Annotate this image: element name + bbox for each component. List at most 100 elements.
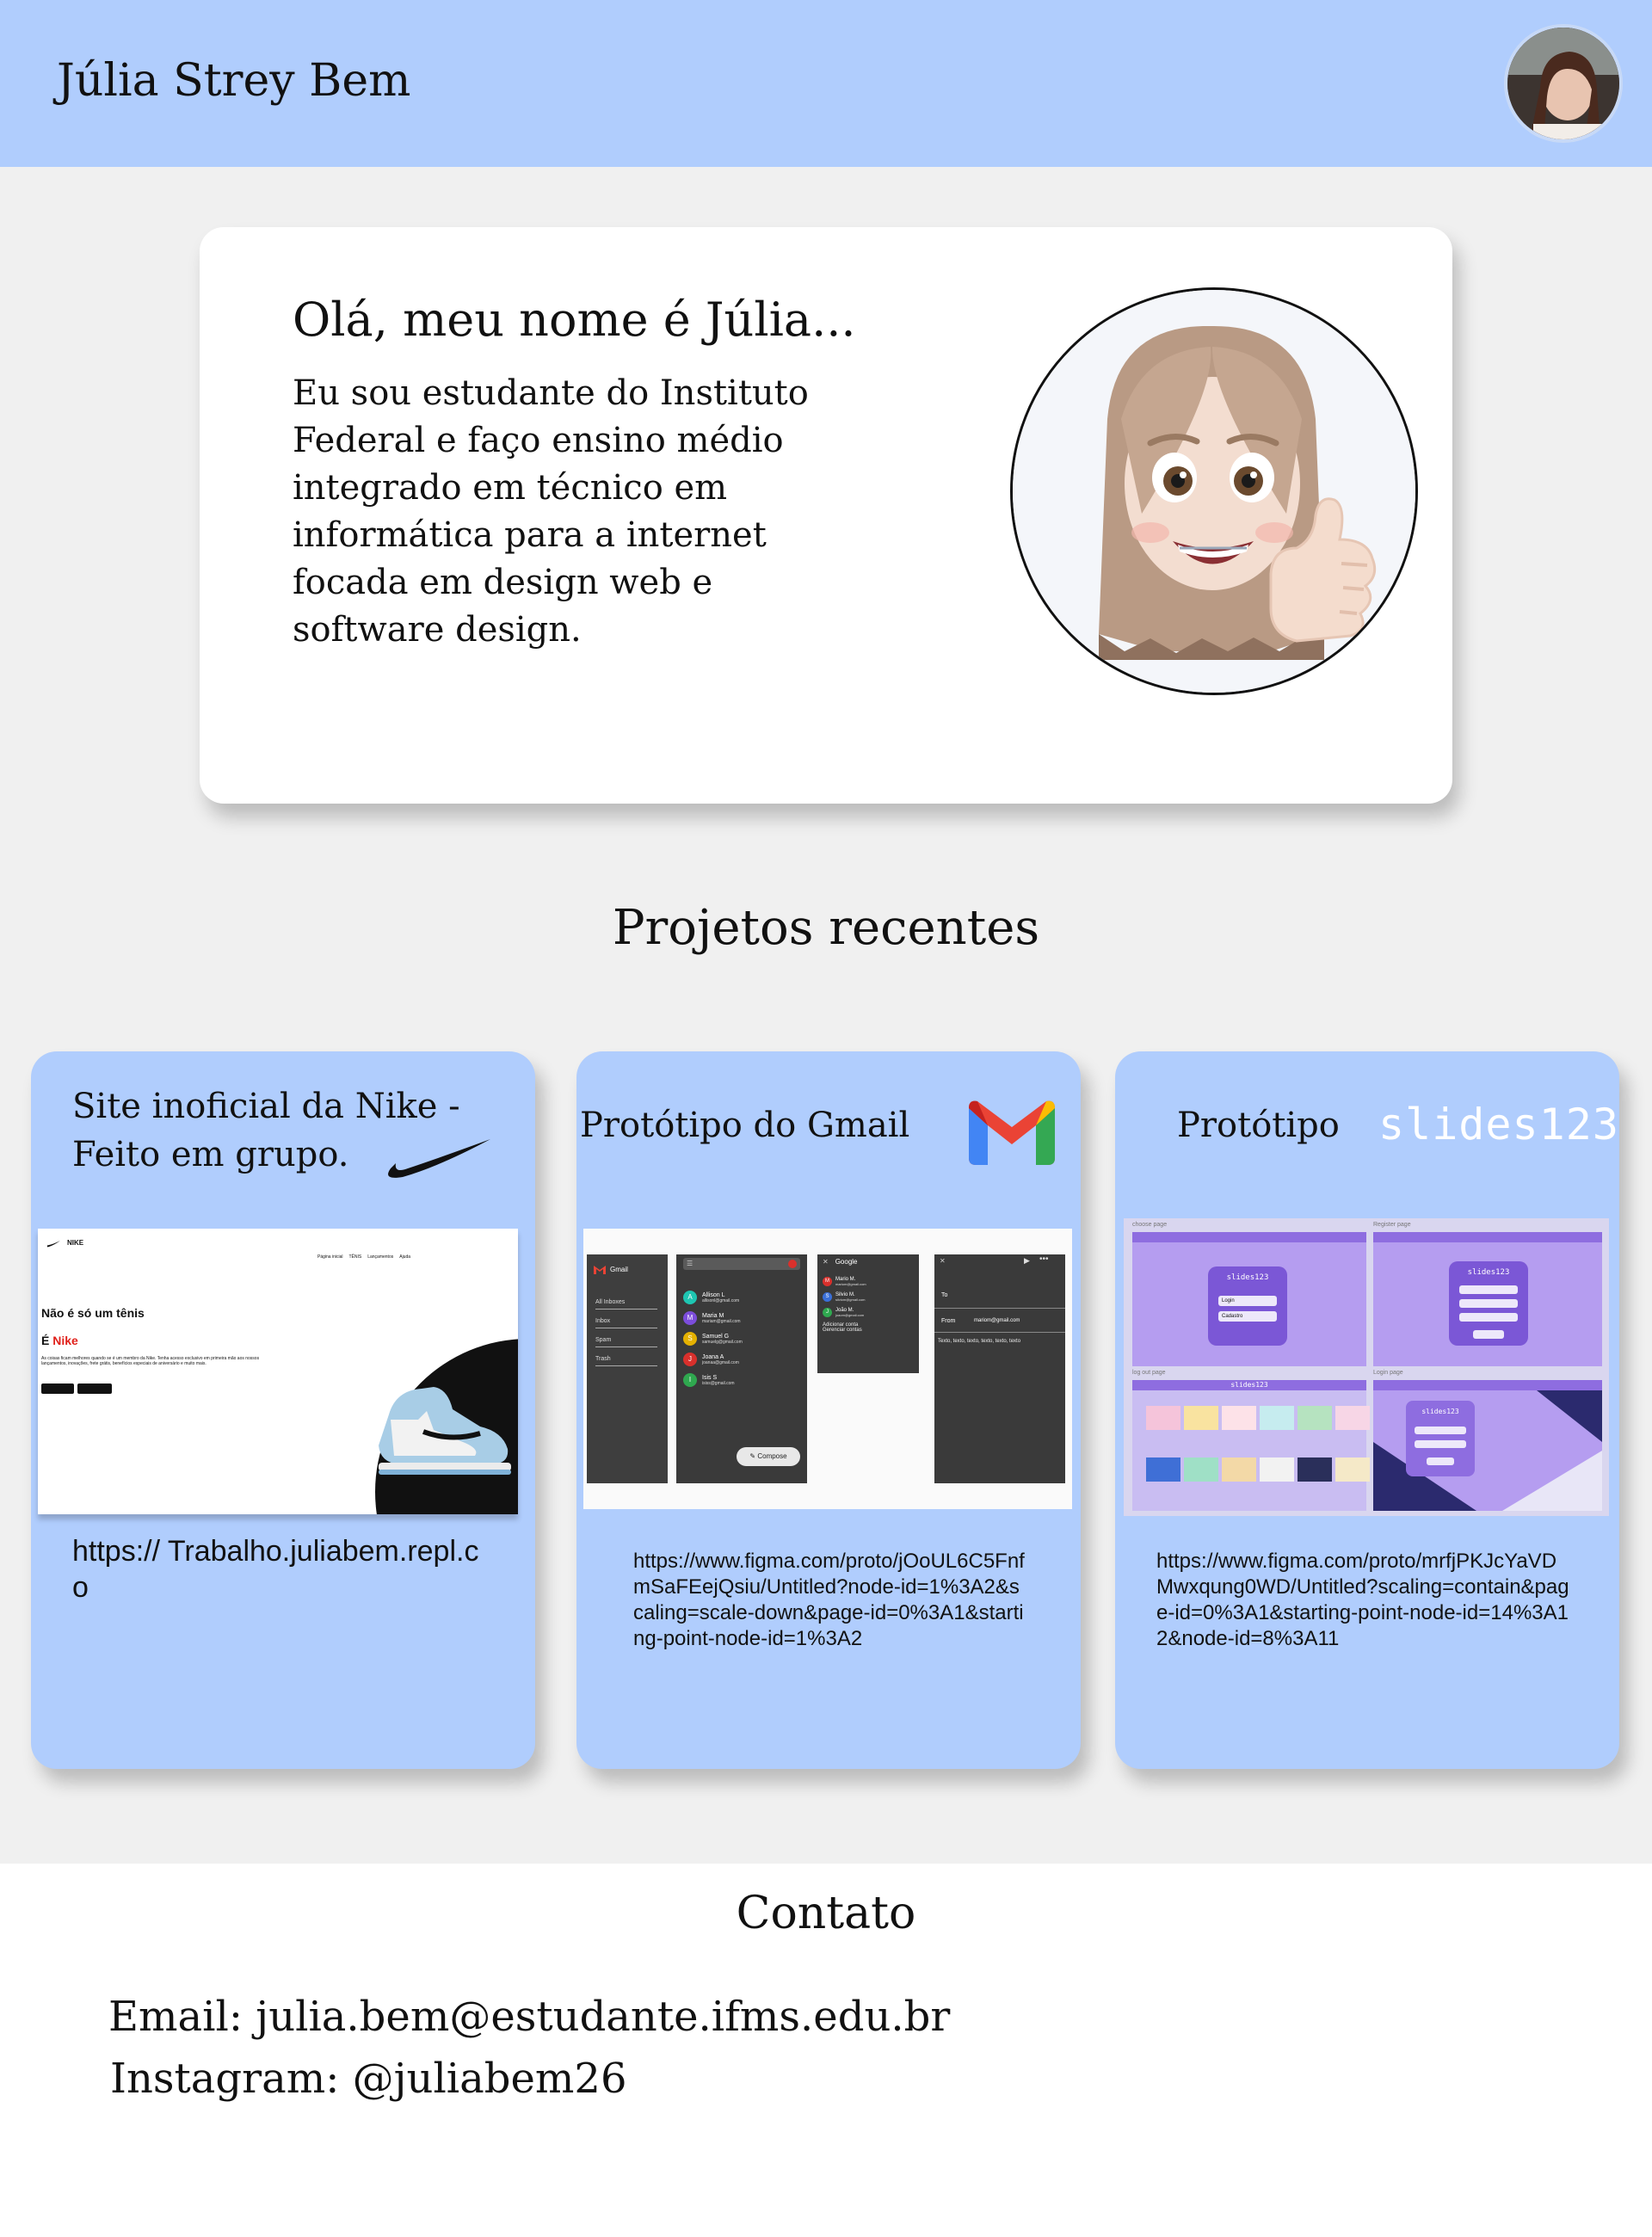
project-card-nike[interactable]: Site inoficial da Nike - Feito em grupo.… [31,1051,535,1769]
project-card-slides123[interactable]: Protótipo slides123 choose page slides12… [1115,1051,1619,1769]
slides123-prototype-screenshot[interactable]: choose page slides123 Login Cadastro Reg… [1124,1218,1609,1516]
template-thumb[interactable] [1335,1457,1370,1482]
contact-name: Maria M [702,1312,724,1319]
profile-avatar[interactable] [1504,24,1623,143]
site-header: Júlia Strey Bem [0,0,1652,167]
list-item[interactable]: I Isis Sisiss@gmail.com [683,1373,743,1387]
template-thumb[interactable] [1146,1406,1180,1430]
gmail-menu-panel: Gmail All Inboxes Inbox Spam Trash [587,1254,668,1483]
nike-nav-item[interactable]: TÊNIS [348,1254,361,1260]
slides123-logo: slides123 [1226,1273,1269,1282]
intro-text: Eu sou estudante do Instituto Federal e … [293,373,809,650]
close-icon[interactable]: ✕ [823,1258,829,1266]
project-title: Protótipo do Gmail [580,1106,910,1145]
nike-primary-button[interactable] [41,1383,74,1394]
projects-section-title: Projetos recentes [612,900,1040,956]
list-item[interactable]: J Joana Ajoanaa@gmail.com [683,1353,743,1366]
register-field[interactable] [1459,1285,1518,1294]
slides123-logo: slides123 [1378,1100,1619,1149]
template-thumb[interactable] [1260,1457,1294,1482]
login-field[interactable] [1415,1440,1466,1448]
to-label: To [941,1292,948,1298]
nike-site-screenshot[interactable]: NIKE Página inicial TÊNIS Lançamentos Aj… [38,1229,518,1514]
gmail-menu-item[interactable]: Spam [595,1328,657,1347]
logout-page-frame: slides123 [1132,1380,1370,1511]
email-body[interactable]: Texto, texto, texto, texto, texto, texto [938,1339,1020,1344]
nike-secondary-button[interactable] [77,1383,112,1394]
register-submit-button[interactable] [1473,1330,1504,1339]
nike-body-text: As coisas ficam melhores quando se é um … [41,1356,260,1366]
account-item[interactable]: M Mario M. mariom@gmail.com [823,1277,866,1286]
template-thumb[interactable] [1335,1406,1370,1430]
contact-email: mariam@gmail.com [702,1318,741,1324]
list-item[interactable]: A Allison Lallisonl@gmail.com [683,1291,743,1304]
contact-email: isiss@gmail.com [702,1380,735,1386]
project-link[interactable]: https://www.figma.com/proto/jOoUL6C5Fnfm… [633,1549,1029,1652]
contact-name: Joana A [702,1353,724,1360]
gmail-menu-item[interactable]: All Inboxes [595,1296,657,1310]
list-item[interactable]: S Samuel Gsamuelg@gmail.com [683,1332,743,1346]
contact-email: joanaa@gmail.com [702,1359,739,1365]
more-options-icon[interactable]: ••• [1039,1254,1049,1264]
contact-initial: J [683,1353,697,1366]
gmail-search-bar[interactable]: ☰ [683,1258,800,1270]
list-item[interactable]: M Maria Mmariam@gmail.com [683,1311,743,1325]
contact-section: Contato Email: julia.bem@estudante.ifms.… [0,1864,1652,2237]
template-thumb[interactable] [1260,1406,1294,1430]
nike-brand-text: NIKE [67,1239,84,1247]
avatar[interactable] [788,1260,797,1268]
contact-email: samuelg@gmail.com [702,1339,743,1345]
register-button[interactable]: Cadastro [1218,1311,1277,1322]
contact-initial: S [683,1332,697,1346]
compose-label: Compose [757,1452,787,1460]
from-label: From [941,1318,956,1324]
register-field[interactable] [1459,1313,1518,1322]
login-field[interactable] [1415,1427,1466,1434]
template-thumb[interactable] [1222,1457,1256,1482]
project-link[interactable]: https://www.figma.com/proto/mrfjPKJcYaVD… [1156,1549,1569,1652]
memoji-illustration [1010,287,1418,695]
contact-instagram[interactable]: Instagram: @juliabem26 [110,2055,627,2103]
contact-email[interactable]: Email: julia.bem@estudante.ifms.edu.br [108,1993,950,2041]
gmail-app-name: Gmail [610,1266,628,1273]
login-button[interactable]: Login [1218,1296,1277,1306]
register-page-frame: slides123 [1373,1232,1602,1366]
menu-icon[interactable]: ☰ [687,1260,693,1267]
register-field[interactable] [1459,1299,1518,1308]
login-submit-button[interactable] [1427,1457,1454,1465]
template-thumb[interactable] [1298,1457,1332,1482]
gmail-prototype-screenshot[interactable]: Gmail All Inboxes Inbox Spam Trash ☰ A A… [583,1229,1072,1509]
from-value[interactable]: mariom@gmail.com [974,1318,1020,1323]
account-item[interactable]: J João M. joaom@gmail.com [823,1308,866,1317]
contact-initial: M [683,1311,697,1325]
manage-accounts-link[interactable]: Gerenciar contas [823,1328,866,1333]
account-email: joaom@gmail.com [835,1313,865,1317]
template-thumb[interactable] [1298,1406,1332,1430]
gmail-menu-item[interactable]: Trash [595,1347,657,1366]
contact-name: Samuel G [702,1333,730,1340]
nike-subhead-brand: Nike [52,1334,78,1347]
accounts-title: Google [835,1258,858,1266]
template-row [1146,1406,1370,1430]
account-email: silviom@gmail.com [835,1297,866,1302]
gmail-menu-item[interactable]: Inbox [595,1310,657,1328]
nike-nav-item[interactable]: Ajuda [399,1254,410,1260]
template-thumb[interactable] [1184,1457,1218,1482]
account-item[interactable]: S Silvio M. silviom@gmail.com [823,1292,866,1302]
project-link[interactable]: https:// Trabalho.juliabem.repl.co [72,1533,485,1605]
account-email: mariom@gmail.com [835,1282,866,1286]
close-icon[interactable]: ✕ [940,1257,946,1265]
gmail-logo-icon [969,1100,1055,1165]
template-thumb[interactable] [1184,1406,1218,1430]
compose-button[interactable]: ✎ Compose [737,1447,800,1466]
project-card-gmail[interactable]: Protótipo do Gmail Gmail All Inboxes Inb… [576,1051,1081,1769]
gmail-inbox-panel: ☰ A Allison Lallisonl@gmail.com M Maria … [676,1254,807,1483]
template-thumb[interactable] [1222,1406,1256,1430]
nike-nav-item[interactable]: Lançamentos [367,1254,393,1260]
frame-label: Register page [1373,1222,1411,1228]
contact-email: allisonl@gmail.com [702,1297,740,1303]
template-thumb[interactable] [1146,1457,1180,1482]
nike-swoosh-icon [388,1139,490,1178]
nike-nav-item[interactable]: Página inicial [317,1254,342,1260]
send-icon[interactable]: ▶ [1024,1256,1030,1266]
